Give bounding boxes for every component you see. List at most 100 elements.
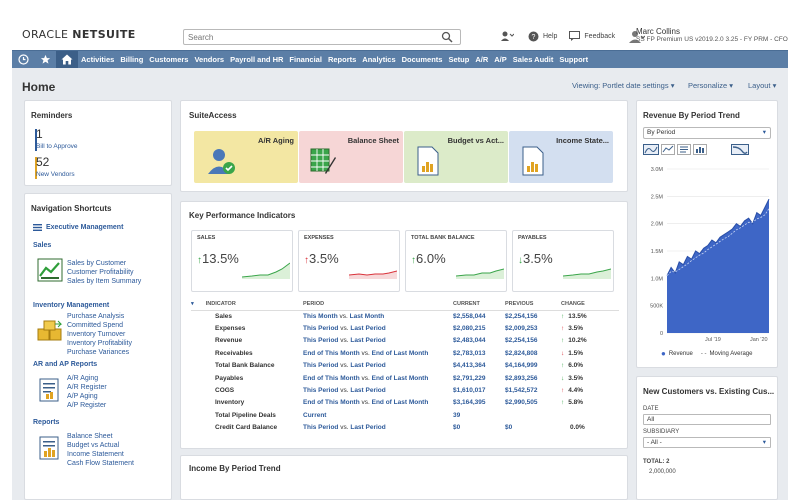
recent-icon[interactable] [12,51,34,69]
kpi-card-expenses[interactable]: EXPENSES ↑3.5% [298,230,400,292]
kpi-current[interactable]: $2,080,215 [453,322,505,334]
netsuite-logo[interactable]: ORACLE NETSUITE [22,28,136,41]
subsidiary-select[interactable]: - All - ▾ [643,437,771,448]
nav-analytics[interactable]: Analytics [359,51,398,69]
kpi-card-sales[interactable]: SALES ↑13.5% [191,230,293,292]
link-customer-profitability[interactable]: Customer Profitability [67,268,141,277]
kpi-period[interactable]: This Period vs. Last Period [303,322,453,334]
nav-support[interactable]: Support [556,51,591,69]
nav-activities[interactable]: Activities [78,51,117,69]
chart-type-toggles [643,144,749,155]
home-icon[interactable] [56,50,78,69]
period-select[interactable]: By Period ▾ [643,127,771,139]
layout-menu[interactable]: Layout ▾ [748,81,776,90]
kpi-current[interactable]: $1,610,017 [453,384,505,396]
help-icon[interactable]: ? [528,31,539,42]
nav-ar[interactable]: A/R [472,51,491,69]
tile-ar-aging[interactable]: A/R Aging [194,131,298,183]
link-ar-aging[interactable]: A/R Aging [67,374,107,383]
kpi-current[interactable]: $2,483,044 [453,335,505,347]
kpi-period[interactable]: This Month vs. Last Month [303,310,453,322]
kpi-current[interactable]: $2,783,013 [453,347,505,359]
exec-management-link[interactable]: Executive Management [33,224,123,231]
recent-records-icon[interactable] [500,30,514,42]
nav-setup[interactable]: Setup [445,51,472,69]
kpi-previous[interactable]: $2,824,808 [505,347,561,359]
feedback-icon[interactable] [569,31,581,41]
link-income-statement[interactable]: Income Statement [67,450,134,459]
link-ap-register[interactable]: A/P Register [67,401,107,410]
kpi-previous[interactable]: $2,990,505 [505,397,561,409]
line-chart-icon[interactable] [661,144,675,155]
link-inventory-turnover[interactable]: Inventory Turnover [67,330,132,339]
reminder-label-bills[interactable]: Bill to Approve [36,143,78,150]
kpi-period[interactable]: End of This Month vs. End of Last Month [303,347,453,359]
nav-documents[interactable]: Documents [399,51,446,69]
kpi-period[interactable]: This Period vs. Last Period [303,335,453,347]
personalize-menu[interactable]: Personalize ▾ [688,81,733,90]
trend-view-icon[interactable] [731,144,749,155]
kpi-current[interactable]: 39 [453,409,505,421]
link-inventory-profitability[interactable]: Inventory Profitability [67,339,132,348]
reminder-count-bills[interactable]: 1 [36,127,43,141]
kpi-previous[interactable]: $1,542,572 [505,384,561,396]
nav-sales-audit[interactable]: Sales Audit [510,51,557,69]
tile-income-statement[interactable]: Income State... [509,131,613,183]
kpi-previous[interactable]: $2,254,156 [505,335,561,347]
link-sales-by-item[interactable]: Sales by Item Summary [67,277,141,286]
kpi-period[interactable]: Current [303,409,453,421]
link-purchase-variances[interactable]: Purchase Variances [67,348,132,357]
nav-customers[interactable]: Customers [146,51,191,69]
viewing-portlet-date-settings[interactable]: Viewing: Portlet date settings ▾ [572,81,674,90]
kpi-period[interactable]: End of This Month vs. End of Last Month [303,397,453,409]
link-ap-aging[interactable]: A/P Aging [67,392,107,401]
feedback-link[interactable]: Feedback [584,33,615,40]
link-ar-register[interactable]: A/R Register [67,383,107,392]
search-icon[interactable] [441,31,453,43]
link-budget-vs-actual[interactable]: Budget vs Actual [67,441,134,450]
kpi-previous[interactable]: $2,009,253 [505,322,561,334]
global-search-input[interactable] [183,29,461,45]
kpi-card-payables[interactable]: PAYABLES ↓3.5% [512,230,614,292]
area-chart-icon[interactable] [643,144,659,155]
collapse-icon[interactable]: ▾ [191,301,194,307]
kpi-previous[interactable]: $0 [505,422,561,434]
link-committed-spend[interactable]: Committed Spend [67,321,132,330]
link-cash-flow-statement[interactable]: Cash Flow Statement [67,459,134,468]
nav-billing[interactable]: Billing [117,51,146,69]
nav-ap[interactable]: A/P [491,51,510,69]
link-sales-by-customer[interactable]: Sales by Customer [67,259,141,268]
kpi-previous[interactable]: $2,254,156 [505,310,561,322]
kpi-current[interactable]: $0 [453,422,505,434]
reminder-label-vendors[interactable]: New Vendors [36,171,75,178]
kpi-period[interactable]: This Period vs. Last Period [303,384,453,396]
nav-reports[interactable]: Reports [325,51,359,69]
user-role-menu[interactable]: Marc Collins SS FP Premium US v2019.2.0 … [636,28,788,44]
tile-balance-sheet[interactable]: Balance Sheet [299,131,403,183]
kpi-previous[interactable]: $2,893,256 [505,372,561,384]
kpi-current[interactable]: $2,791,229 [453,372,505,384]
nav-financial[interactable]: Financial [286,51,325,69]
kpi-period[interactable]: This Period vs. Last Period [303,422,453,434]
kpi-previous[interactable]: $4,164,999 [505,360,561,372]
kpi-indicator: Total Pipeline Deals [215,411,276,419]
kpi-current[interactable]: $4,413,364 [453,360,505,372]
tile-budget-vs-actual[interactable]: Budget vs Act... [404,131,508,183]
nav-payroll-hr[interactable]: Payroll and HR [227,51,286,69]
nav-vendors[interactable]: Vendors [191,51,227,69]
link-purchase-analysis[interactable]: Purchase Analysis [67,312,132,321]
bar-chart-icon[interactable] [693,144,707,155]
help-link[interactable]: Help [543,33,557,40]
date-input[interactable]: All [643,414,771,425]
kpi-current[interactable]: $3,164,395 [453,397,505,409]
ar-ap-links: A/R Aging A/R Register A/P Aging A/P Reg… [67,374,107,410]
reminder-count-vendors[interactable]: 52 [36,155,49,169]
kpi-period[interactable]: This Period vs. Last Period [303,360,453,372]
kpi-previous[interactable] [505,409,561,421]
kpi-card-total-bank-balance[interactable]: TOTAL BANK BALANCE ↑6.0% [405,230,507,292]
star-icon[interactable] [34,51,56,69]
list-icon[interactable] [677,144,691,155]
kpi-current[interactable]: $2,558,044 [453,310,505,322]
kpi-period[interactable]: End of This Month vs. End of Last Month [303,372,453,384]
link-balance-sheet[interactable]: Balance Sheet [67,432,134,441]
